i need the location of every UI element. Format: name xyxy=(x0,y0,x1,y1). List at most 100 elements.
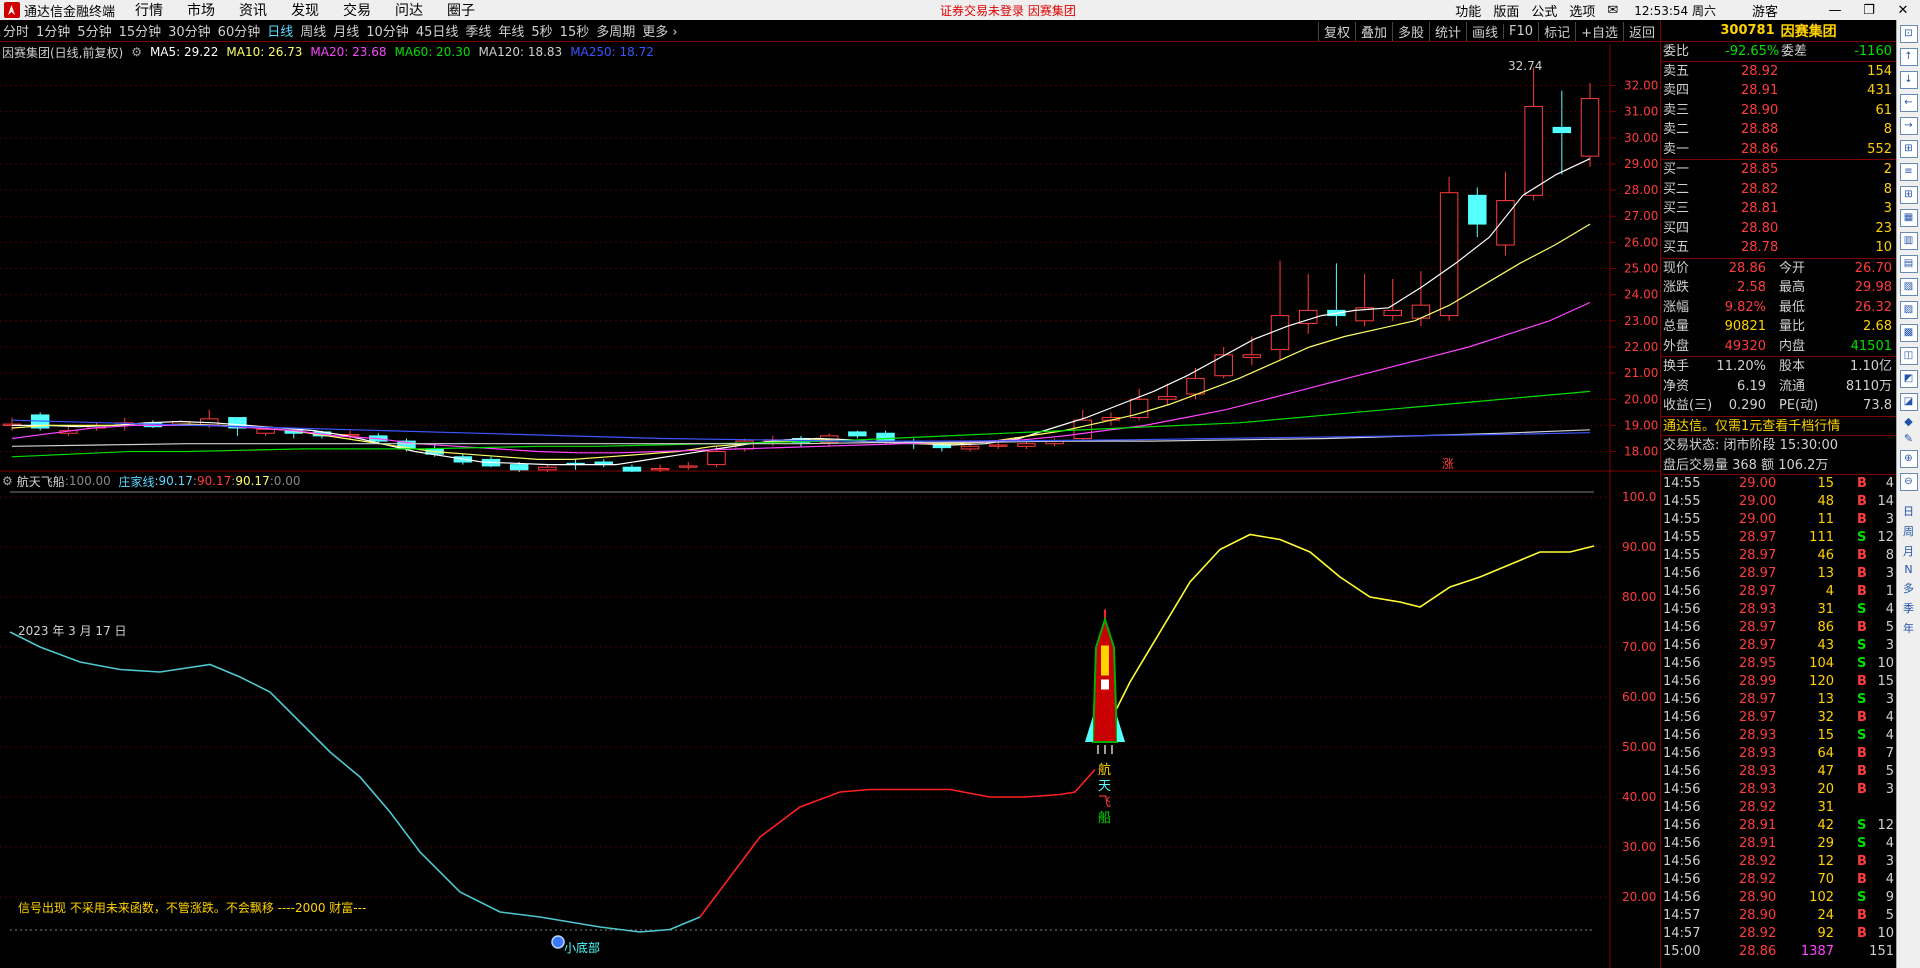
period-item[interactable]: 年线 xyxy=(498,21,524,40)
close-button[interactable]: ✕ xyxy=(1892,3,1914,18)
quote-level-row: 卖四 28.91 431 xyxy=(1663,83,1892,98)
toolbar-period[interactable]: 日 xyxy=(1898,503,1920,519)
period-item[interactable]: 60分钟 xyxy=(218,21,261,40)
period-item[interactable]: 周线 xyxy=(300,21,326,40)
period-item[interactable]: 1分钟 xyxy=(36,21,70,40)
menu-bar: 通达信金融终端 行情 市场 资讯 发现 交易 问达 圈子 证券交易未登录 因赛集… xyxy=(0,0,1920,20)
candle xyxy=(1017,443,1036,447)
toolbar-icon[interactable]: ≡ xyxy=(1899,163,1918,181)
candle xyxy=(1439,192,1459,317)
toolbar-period[interactable]: N xyxy=(1898,563,1920,576)
toolbar-period[interactable]: 多 xyxy=(1898,580,1920,596)
quote-level-row: 买四 28.80 23 xyxy=(1663,220,1892,236)
tick-list[interactable]: 14:55 29.00 15 B 4 14:55 29.00 48 B 14 14:55 29.00 1… xyxy=(1661,475,1896,961)
toolbar-icon[interactable]: ▨ xyxy=(1899,301,1918,319)
settings-icon[interactable]: ⚙ xyxy=(2,474,13,488)
candle xyxy=(848,431,867,437)
toolbar-icon[interactable]: ▧ xyxy=(1899,278,1918,296)
period-item[interactable]: 月线 xyxy=(333,21,359,40)
period-item[interactable]: 15秒 xyxy=(560,21,590,40)
candle xyxy=(679,465,698,468)
toolbar-icon[interactable]: ↓ xyxy=(1899,71,1918,89)
period-item[interactable]: 10分钟 xyxy=(366,21,409,40)
toolbar-icon[interactable]: ⊞ xyxy=(1899,140,1918,158)
toolbar-period[interactable]: 周 xyxy=(1898,523,1920,539)
indicator-value: 90.17 xyxy=(196,474,232,488)
tool-watchlist[interactable]: +自选 xyxy=(1575,21,1623,41)
limit-up-mark: 涨 xyxy=(1442,456,1454,471)
stats-block-2: 换手 11.20% 股本 1.10亿 净资 6.19 流通 8110万 收益(三) 0.290 PE… xyxy=(1661,357,1896,417)
toolbar-icon[interactable]: ⊖ xyxy=(1899,473,1918,491)
login-notice[interactable]: 证券交易未登录 因赛集团 xyxy=(940,2,1076,19)
tool-stats[interactable]: 统计 xyxy=(1429,21,1466,41)
tool-back[interactable]: 返回 xyxy=(1622,21,1660,41)
settings-icon[interactable]: ⚙ xyxy=(131,45,142,59)
menu-formula[interactable]: 公式 xyxy=(1531,1,1557,20)
period-item-active[interactable]: 日线 xyxy=(267,21,293,40)
tool-mark[interactable]: 标记 xyxy=(1538,21,1575,41)
menu-item[interactable]: 交易 xyxy=(343,0,371,20)
indicator-value: 0.00 xyxy=(273,474,301,488)
toolbar-icon[interactable]: ▤ xyxy=(1899,255,1918,273)
toolbar-icon[interactable]: ← xyxy=(1899,94,1918,112)
tick-row: 14:56 28.97 43 S 3 xyxy=(1663,638,1894,653)
indicator-header: ⚙ 航天飞船 : 100.00 庄家线 : 90.17 : 90.17 : 90… xyxy=(2,474,301,489)
maximize-button[interactable]: ❐ xyxy=(1858,3,1880,18)
menu-item[interactable]: 资讯 xyxy=(239,0,267,20)
toolbar-icon[interactable]: ◪ xyxy=(1899,393,1918,411)
period-item[interactable]: 5秒 xyxy=(531,21,552,40)
tool-f10[interactable]: F10 xyxy=(1503,23,1538,39)
toolbar-icon[interactable]: ▦ xyxy=(1899,209,1918,227)
ma-label: MA60: 20.30 xyxy=(394,45,471,59)
toolbar-icon[interactable]: ↑ xyxy=(1899,48,1918,66)
toolbar-icon[interactable]: ▥ xyxy=(1899,232,1918,250)
toolbar-icon[interactable]: ◩ xyxy=(1899,370,1918,388)
menu-item[interactable]: 发现 xyxy=(291,0,319,20)
toolbar-icon[interactable]: ◫ xyxy=(1899,347,1918,365)
mail-icon[interactable]: ✉ xyxy=(1607,3,1618,18)
toolbar-icon[interactable]: ⊞ xyxy=(1899,186,1918,204)
period-item[interactable]: 分时 xyxy=(3,21,29,40)
toolbar-period[interactable]: 月 xyxy=(1898,543,1920,559)
rocket-label-char: 船 xyxy=(1098,811,1111,826)
toolbar-icon[interactable]: ▩ xyxy=(1899,324,1918,342)
period-item[interactable]: 多周期 xyxy=(596,21,635,40)
minimize-button[interactable]: — xyxy=(1824,3,1846,18)
period-item[interactable]: 季线 xyxy=(465,21,491,40)
ad-banner[interactable]: 通达信。仅需1元查看千档行情 xyxy=(1661,417,1896,436)
toolbar-icon[interactable]: ✎ xyxy=(1898,432,1920,445)
toolbar-period[interactable]: 季 xyxy=(1898,600,1920,616)
toolbar-icon[interactable]: → xyxy=(1899,117,1918,135)
candle xyxy=(1270,315,1290,351)
toolbar-period[interactable]: 年 xyxy=(1898,620,1920,636)
period-item[interactable]: 30分钟 xyxy=(168,21,211,40)
tool-draw[interactable]: 画线 xyxy=(1466,21,1503,41)
candle xyxy=(960,445,980,450)
menu-item[interactable]: 问达 xyxy=(395,0,423,20)
tool-multi[interactable]: 多股 xyxy=(1391,21,1429,41)
tool-adjust[interactable]: 复权 xyxy=(1317,21,1355,41)
menu-function[interactable]: 功能 xyxy=(1455,1,1481,20)
stock-name: 因赛集团 xyxy=(1780,23,1837,40)
tick-row: 14:55 28.97 46 B 8 xyxy=(1663,548,1894,563)
tool-overlay[interactable]: 叠加 xyxy=(1354,21,1392,41)
menu-item[interactable]: 圈子 xyxy=(447,0,475,20)
toolbar-icon[interactable]: ◆ xyxy=(1898,415,1920,428)
toolbar-icon[interactable]: ⊡ xyxy=(1899,25,1918,43)
toolbar-icon[interactable]: ⊕ xyxy=(1899,450,1918,468)
quote-level-row: 买五 28.78 10 xyxy=(1663,240,1892,255)
menu-options[interactable]: 选项 xyxy=(1569,1,1595,20)
footer-text: 信号出现 不采用未来函数，不管涨跌。不会飘移 ----2000 财富--- xyxy=(18,900,366,915)
user-label[interactable]: 游客 xyxy=(1752,1,1778,20)
period-item[interactable]: 15分钟 xyxy=(119,21,162,40)
app-name: 通达信金融终端 xyxy=(24,4,116,20)
menu-layout[interactable]: 版面 xyxy=(1493,1,1519,20)
period-item[interactable]: 更多 › xyxy=(642,21,677,40)
period-item[interactable]: 5分钟 xyxy=(77,21,111,40)
period-item[interactable]: 45日线 xyxy=(416,21,459,40)
y-tick-label: 29.00 xyxy=(1624,157,1658,171)
menu-item[interactable]: 市场 xyxy=(187,0,215,20)
kline-chart[interactable]: 32.00 31.00 30.00 29.00 28.00 27.00 26.00 25.00… xyxy=(0,44,1660,472)
indicator-chart[interactable]: 100.0 90.00 80.00 70.00 60.00 50.00 40.00 30.00… xyxy=(0,472,1660,968)
menu-item[interactable]: 行情 xyxy=(135,0,163,20)
